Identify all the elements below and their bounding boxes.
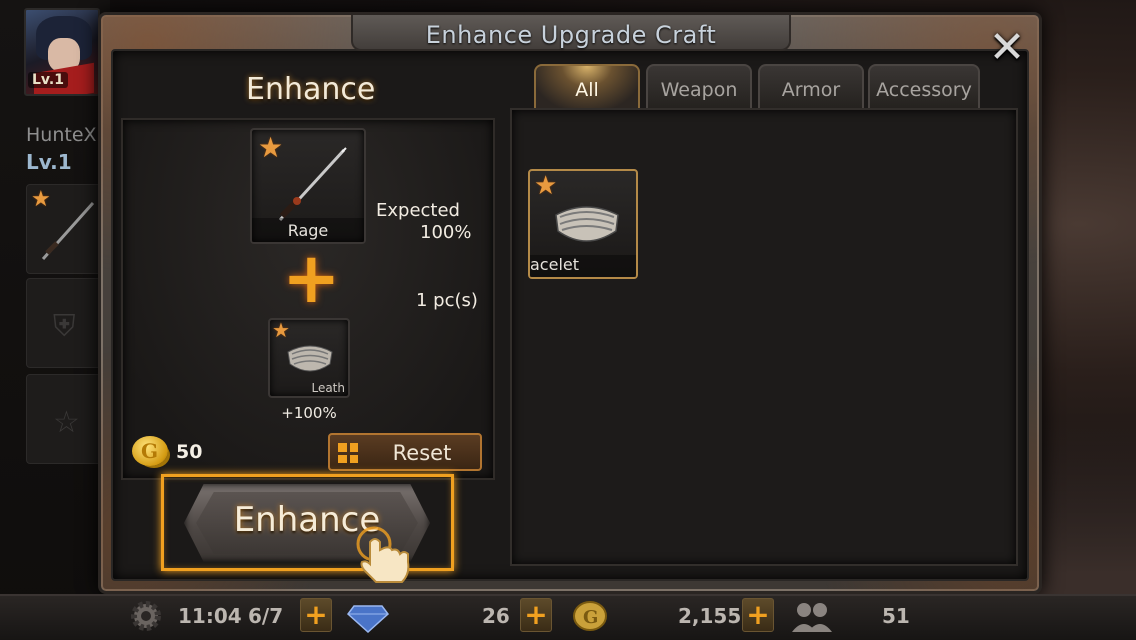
close-icon: ✕ xyxy=(988,22,1026,73)
add-gems-button[interactable]: + xyxy=(520,598,552,632)
gold-count: 2,155 xyxy=(678,604,742,628)
tab-armor-label: Armor xyxy=(781,79,841,101)
gem-count: 26 xyxy=(482,604,510,628)
stamina-timer: 11:04 xyxy=(178,604,242,628)
inventory-item-name: acelet xyxy=(530,255,580,274)
gold-coin-icon: G xyxy=(132,436,168,466)
bracelet-icon xyxy=(287,345,333,372)
tab-accessory-label: Accessory xyxy=(876,79,972,101)
gold-coin-icon: G xyxy=(573,601,607,631)
tab-weapon-label: Weapon xyxy=(660,79,738,101)
close-button[interactable]: ✕ xyxy=(984,26,1030,72)
pieces-count: 1 pc(s) xyxy=(416,290,478,311)
enhance-heading: Enhance xyxy=(246,72,376,107)
svg-text:G: G xyxy=(583,607,598,628)
status-bar xyxy=(0,594,1136,640)
player-name: HunteX xyxy=(26,124,97,146)
reset-button[interactable]: Reset xyxy=(328,433,482,471)
material-item-name: Leath xyxy=(311,381,345,395)
star-outline-icon: ☆ xyxy=(53,405,80,440)
star-icon: ★ xyxy=(272,318,290,342)
stamina-count: 6/7 xyxy=(248,604,284,628)
tab-all[interactable]: All xyxy=(534,64,640,108)
tab-accessory[interactable]: Accessory xyxy=(868,64,980,108)
add-stamina-button[interactable]: + xyxy=(300,598,332,632)
tab-armor[interactable]: Armor xyxy=(758,64,864,108)
tab-all-label: All xyxy=(575,79,599,101)
base-item-slot[interactable]: ★ Rage xyxy=(250,128,366,244)
gem-icon xyxy=(346,605,390,634)
expected-label: Expected xyxy=(376,200,460,221)
tab-weapon[interactable]: Weapon xyxy=(646,64,752,108)
plus-icon: + xyxy=(746,598,770,631)
material-item-slot[interactable]: ★ Leath xyxy=(268,318,350,398)
add-gold-button[interactable]: + xyxy=(742,598,774,632)
material-bonus: +100% xyxy=(281,404,337,422)
enhance-cost: 50 xyxy=(176,441,203,463)
bracelet-icon xyxy=(555,206,619,242)
dialog-title: Enhance Upgrade Craft xyxy=(425,21,717,49)
equip-slot-weapon[interactable]: ★ xyxy=(26,184,104,274)
friends-icon xyxy=(792,603,832,632)
plus-icon: + xyxy=(304,598,328,631)
katana-icon xyxy=(41,202,95,260)
katana-icon xyxy=(278,147,347,222)
plus-icon: + xyxy=(524,598,548,631)
star-icon: ★ xyxy=(534,171,558,201)
gear-icon xyxy=(131,601,161,631)
plus-icon: + xyxy=(282,237,341,319)
inventory-item[interactable]: ★ acelet xyxy=(528,169,638,279)
portrait-level-badge: Lv.1 xyxy=(28,72,68,88)
enhance-button-face xyxy=(196,492,418,554)
shield-icon: ⛨ xyxy=(53,309,76,344)
player-level: Lv.1 xyxy=(26,150,72,174)
grid-icon xyxy=(338,443,358,463)
reset-button-label: Reset xyxy=(392,441,452,465)
expected-value: 100% xyxy=(420,222,472,243)
equip-slot-accessory[interactable]: ☆ xyxy=(26,374,104,464)
friends-count: 51 xyxy=(882,604,910,628)
equip-slot-armor[interactable]: ⛨ xyxy=(26,278,104,368)
